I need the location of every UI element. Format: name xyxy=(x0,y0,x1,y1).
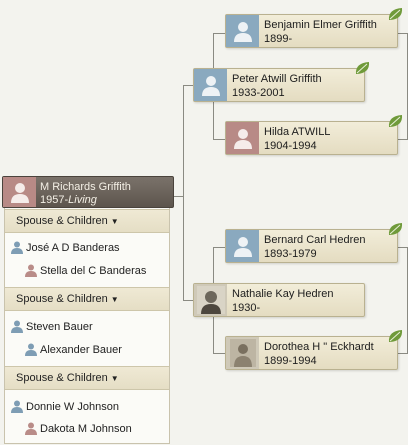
person-photo xyxy=(226,337,259,369)
person-name: Hilda ATWILL xyxy=(264,126,331,138)
dropdown-label: Spouse & Children xyxy=(16,215,108,227)
male-silhouette-icon xyxy=(11,241,23,254)
person-name: Nathalie Kay Hedren xyxy=(232,288,334,300)
connector-mgm xyxy=(213,353,225,354)
person-card-paternal-grandfather[interactable]: Benjamin Elmer Griffith 1899- xyxy=(225,8,403,48)
dropdown-arrow-icon: ▼ xyxy=(110,295,119,304)
focus-status: Living xyxy=(68,194,97,206)
spouse-name: José A D Banderas xyxy=(26,241,120,254)
connector-focus xyxy=(174,196,183,197)
person-card-maternal-grandmother[interactable]: Dorothea H " Eckhardt 1899-1994 xyxy=(225,330,403,370)
spouse-link[interactable]: José A D Banderas xyxy=(11,241,120,254)
focus-birth: 1957- xyxy=(40,194,69,206)
connector-pgf xyxy=(213,33,225,34)
person-name: Dorothea H " Eckhardt xyxy=(264,341,374,353)
spouse-children-dropdown[interactable]: Spouse & Children ▼ xyxy=(5,209,169,233)
dropdown-label: Spouse & Children xyxy=(16,293,108,305)
focus-person-dates: 1957-Living xyxy=(40,194,97,206)
spouse-children-dropdown[interactable]: Spouse & Children ▼ xyxy=(5,366,169,390)
connector-mgf xyxy=(213,247,225,248)
male-silhouette-icon xyxy=(25,343,37,356)
person-dates: 1933-2001 xyxy=(232,87,285,99)
dropdown-arrow-icon: ▼ xyxy=(110,374,119,383)
child-link[interactable]: Alexander Bauer xyxy=(25,343,122,356)
person-name: Benjamin Elmer Griffith xyxy=(264,19,377,31)
dropdown-label: Spouse & Children xyxy=(16,372,108,384)
leaf-icon[interactable] xyxy=(387,328,405,344)
person-card-maternal-grandfather[interactable]: Bernard Carl Hedren 1893-1979 xyxy=(225,223,403,263)
female-silhouette-icon xyxy=(3,177,36,207)
connector-mother xyxy=(183,300,193,301)
child-link[interactable]: Dakota M Johnson xyxy=(25,422,132,435)
person-card-focus[interactable]: M Richards Griffith 1957-Living xyxy=(2,176,174,208)
male-silhouette-icon xyxy=(11,400,23,413)
female-silhouette-icon xyxy=(25,264,37,277)
spouse-link[interactable]: Steven Bauer xyxy=(11,320,93,333)
focus-person-name: M Richards Griffith xyxy=(40,181,131,193)
spouse-children-dropdown[interactable]: Spouse & Children ▼ xyxy=(5,287,169,311)
male-silhouette-icon xyxy=(194,69,227,101)
person-photo xyxy=(194,284,227,316)
person-name: Bernard Carl Hedren xyxy=(264,234,366,246)
child-name: Alexander Bauer xyxy=(40,343,122,356)
child-link[interactable]: Stella del C Banderas xyxy=(25,264,146,277)
connector-right-2 xyxy=(398,139,408,140)
portrait-photo-icon xyxy=(196,286,225,314)
leaf-icon[interactable] xyxy=(387,221,405,237)
person-dates: 1893-1979 xyxy=(264,248,317,260)
spouse-children-panel: Spouse & Children ▼ José A D Banderas Ste… xyxy=(4,208,170,444)
child-name: Stella del C Banderas xyxy=(40,264,147,277)
female-silhouette-icon xyxy=(226,122,259,154)
dropdown-arrow-icon: ▼ xyxy=(110,217,119,226)
connector-right-4 xyxy=(398,353,408,354)
male-silhouette-icon xyxy=(226,230,259,262)
person-dates: 1899-1994 xyxy=(264,355,317,367)
portrait-photo-icon xyxy=(229,339,256,367)
connector-pgm xyxy=(213,139,225,140)
person-dates: 1904-1994 xyxy=(264,140,317,152)
spouse-name: Donnie W Johnson xyxy=(26,400,119,413)
connector-father xyxy=(183,85,193,86)
spouse-link[interactable]: Donnie W Johnson xyxy=(11,400,119,413)
person-dates: 1899- xyxy=(264,33,293,45)
spouse-name: Steven Bauer xyxy=(26,320,93,333)
person-card-paternal-grandmother[interactable]: Hilda ATWILL 1904-1994 xyxy=(225,115,403,155)
leaf-icon[interactable] xyxy=(354,60,372,76)
female-silhouette-icon xyxy=(25,422,37,435)
person-card-mother[interactable]: Nathalie Kay Hedren 1930- xyxy=(193,283,365,317)
connector-parents-vertical xyxy=(183,85,184,301)
leaf-icon[interactable] xyxy=(387,113,405,129)
male-silhouette-icon xyxy=(11,320,23,333)
person-card-father[interactable]: Peter Atwill Griffith 1933-2001 xyxy=(193,62,370,102)
person-name: Peter Atwill Griffith xyxy=(232,73,322,85)
person-dates: 1930- xyxy=(232,302,261,314)
leaf-icon[interactable] xyxy=(387,6,405,22)
child-name: Dakota M Johnson xyxy=(40,422,132,435)
male-silhouette-icon xyxy=(226,15,259,47)
